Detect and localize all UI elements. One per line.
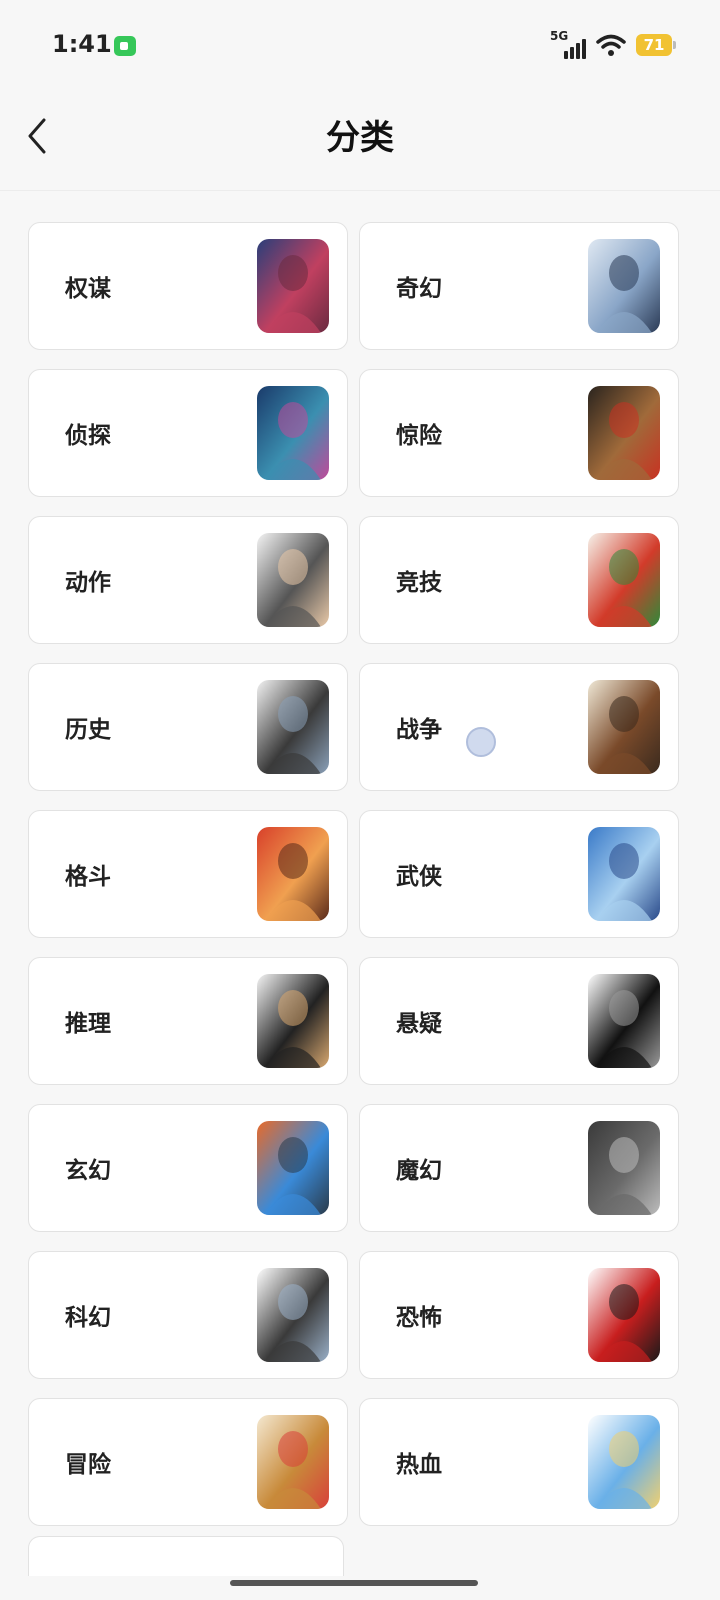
category-thumbnail [588, 239, 660, 333]
category-grid: 权谋 奇幻侦探 惊险动作 竞技历史 战争格斗 武侠推理 悬疑玄幻 魔幻科幻 恐怖冒险 热血 [28, 222, 692, 1526]
category-label: 竞技 [396, 570, 442, 596]
category-label: 奇幻 [396, 276, 442, 302]
category-card[interactable]: 热血 [359, 1398, 679, 1526]
category-label: 权谋 [65, 276, 111, 302]
category-thumbnail [257, 1268, 329, 1362]
category-thumbnail [588, 974, 660, 1068]
nav-header: 分类 [0, 92, 720, 191]
category-card[interactable]: 冒险 [28, 1398, 348, 1526]
category-thumbnail [257, 533, 329, 627]
category-label: 玄幻 [65, 1158, 111, 1184]
category-thumbnail [588, 1268, 660, 1362]
category-card[interactable]: 历史 [28, 663, 348, 791]
category-card[interactable]: 玄幻 [28, 1104, 348, 1232]
category-thumbnail [588, 1415, 660, 1509]
category-card[interactable]: 惊险 [359, 369, 679, 497]
home-indicator [230, 1580, 478, 1586]
category-thumbnail [257, 386, 329, 480]
category-thumbnail [588, 533, 660, 627]
category-card[interactable]: 奇幻 [359, 222, 679, 350]
category-label: 冒险 [65, 1452, 111, 1478]
category-card[interactable]: 竞技 [359, 516, 679, 644]
category-card[interactable]: 魔幻 [359, 1104, 679, 1232]
category-card[interactable]: 推理 [28, 957, 348, 1085]
category-label: 武侠 [396, 864, 442, 890]
status-icons: 5G 71 [550, 29, 676, 60]
category-label: 惊险 [396, 423, 442, 449]
category-card[interactable]: 格斗 [28, 810, 348, 938]
category-thumbnail [588, 827, 660, 921]
category-label: 科幻 [65, 1305, 111, 1331]
category-label: 恐怖 [396, 1305, 442, 1331]
category-thumbnail [588, 1121, 660, 1215]
category-label: 侦探 [65, 423, 111, 449]
category-card[interactable]: 科幻 [28, 1251, 348, 1379]
category-thumbnail [588, 680, 660, 774]
category-label: 格斗 [65, 864, 111, 890]
page-title: 分类 [326, 118, 394, 158]
category-label: 动作 [65, 570, 111, 596]
battery-level: 71 [643, 36, 665, 54]
status-time: 1:41 [52, 30, 112, 58]
category-card[interactable]: 权谋 [28, 222, 348, 350]
battery-icon: 71 [636, 34, 676, 56]
category-card-partial[interactable] [28, 1536, 344, 1576]
category-thumbnail [257, 1121, 329, 1215]
category-card[interactable]: 恐怖 [359, 1251, 679, 1379]
category-label: 热血 [396, 1452, 442, 1478]
cellular-signal-icon: 5G [550, 29, 586, 59]
category-thumbnail [257, 827, 329, 921]
category-label: 历史 [65, 717, 111, 743]
category-thumbnail [257, 680, 329, 774]
category-card[interactable]: 动作 [28, 516, 348, 644]
category-card[interactable]: 侦探 [28, 369, 348, 497]
category-thumbnail [257, 239, 329, 333]
category-thumbnail [257, 974, 329, 1068]
category-label: 魔幻 [396, 1158, 442, 1184]
wifi-icon [596, 34, 626, 56]
category-label: 悬疑 [396, 1011, 442, 1037]
category-label: 战争 [396, 717, 442, 743]
status-bar: 1:41 5G 71 [0, 0, 720, 92]
category-label: 推理 [65, 1011, 111, 1037]
touch-indicator [466, 727, 496, 757]
category-card[interactable]: 悬疑 [359, 957, 679, 1085]
category-card[interactable]: 武侠 [359, 810, 679, 938]
category-card[interactable]: 战争 [359, 663, 679, 791]
facetime-icon [114, 36, 136, 56]
category-thumbnail [257, 1415, 329, 1509]
category-thumbnail [588, 386, 660, 480]
